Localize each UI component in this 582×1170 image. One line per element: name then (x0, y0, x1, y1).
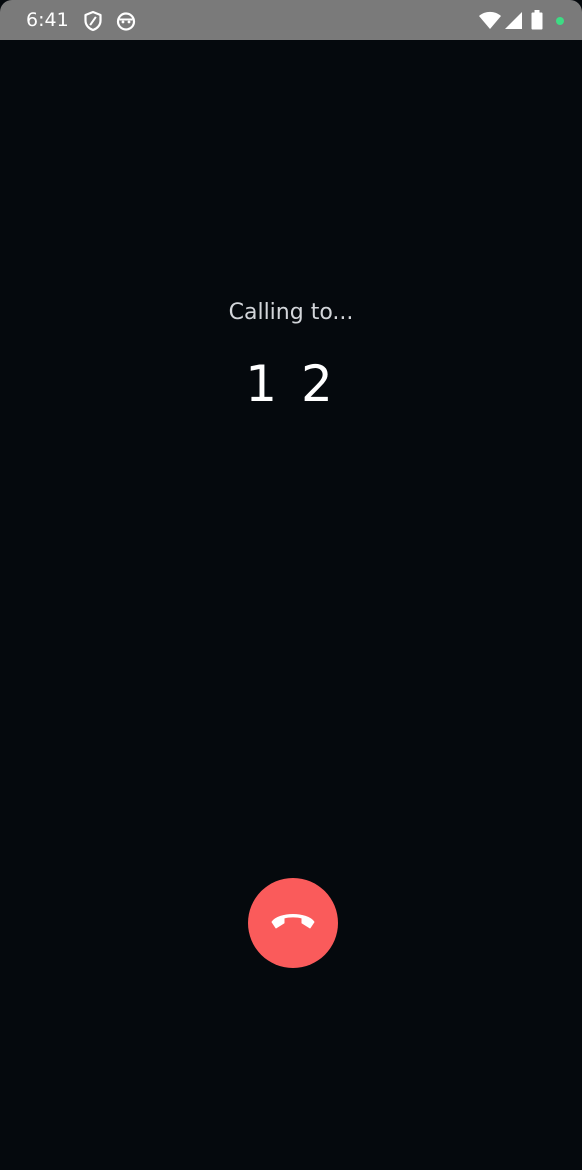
call-status-caption: Calling to... (228, 300, 354, 325)
end-call-icon (271, 914, 315, 929)
dialed-number: 1 2 (245, 355, 337, 413)
shield-icon (82, 10, 104, 32)
cell-signal-icon (503, 10, 525, 32)
status-time: 6:41 (26, 9, 69, 31)
call-screen: 6:41 Calling to... 1 2 (0, 0, 582, 1170)
end-call-button[interactable] (248, 878, 338, 968)
battery-icon (530, 10, 544, 32)
wifi-icon (478, 10, 502, 32)
privacy-dot-icon (555, 10, 565, 32)
android-bot-icon (115, 10, 137, 32)
status-bar: 6:41 (0, 0, 582, 40)
